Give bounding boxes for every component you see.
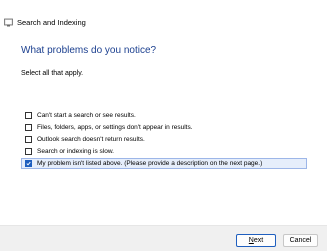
button-bar: Next Cancel: [0, 225, 327, 251]
next-button[interactable]: Next: [236, 234, 276, 247]
page-heading: What problems do you notice?: [21, 45, 157, 56]
option-outlook-search[interactable]: Outlook search doesn't return results.: [21, 134, 307, 145]
option-label: Outlook search doesn't return results.: [37, 136, 145, 143]
next-button-label: ext: [253, 237, 264, 244]
title-bar: Search and Indexing: [0, 0, 327, 44]
option-search-slow[interactable]: Search or indexing is slow.: [21, 146, 307, 157]
checkmark-icon: [26, 161, 31, 166]
cancel-button[interactable]: Cancel: [283, 234, 318, 247]
option-label: Search or indexing is slow.: [37, 148, 114, 155]
instruction-text: Select all that apply.: [21, 70, 84, 77]
search-indexing-app-icon: [4, 18, 13, 27]
checkbox[interactable]: [25, 148, 32, 155]
option-problem-not-listed[interactable]: My problem isn't listed above. (Please p…: [21, 158, 307, 169]
option-cant-start-search[interactable]: Can't start a search or see results.: [21, 110, 307, 121]
option-items-not-in-results[interactable]: Files, folders, apps, or settings don't …: [21, 122, 307, 133]
problem-options-list: Can't start a search or see results. Fil…: [21, 110, 307, 170]
checkbox[interactable]: [25, 124, 32, 131]
option-label: Can't start a search or see results.: [37, 112, 136, 119]
option-label: My problem isn't listed above. (Please p…: [37, 160, 263, 167]
checkbox[interactable]: [25, 136, 32, 143]
window-title: Search and Indexing: [17, 18, 86, 27]
checkbox[interactable]: [25, 112, 32, 119]
option-label: Files, folders, apps, or settings don't …: [37, 124, 193, 131]
checkbox-checked[interactable]: [25, 160, 32, 167]
